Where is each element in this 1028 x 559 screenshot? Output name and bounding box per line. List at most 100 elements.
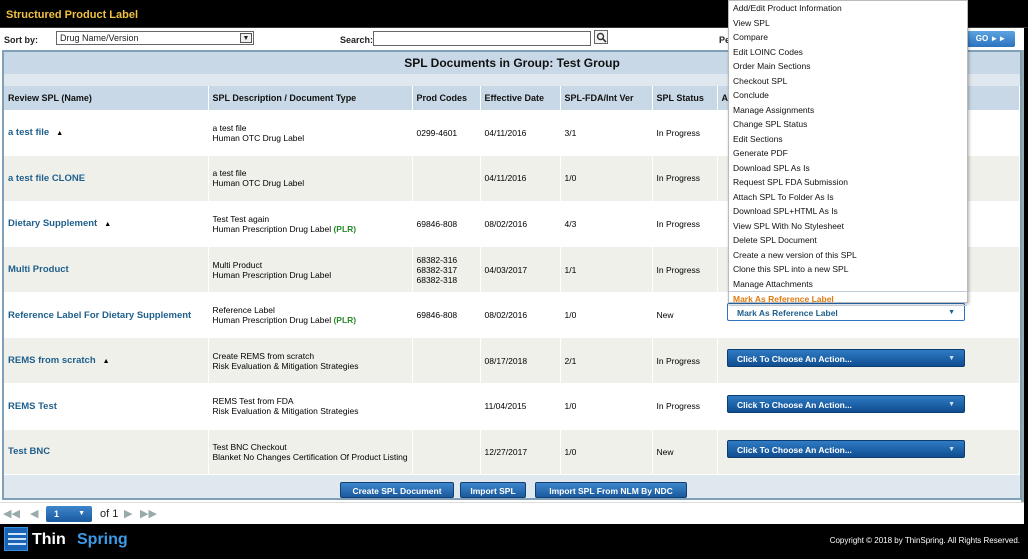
cell-status: New [652, 429, 718, 476]
menu-item[interactable]: Mark As Reference Label [729, 291, 967, 306]
cell-name: REMS from scratch ▲ [4, 337, 209, 385]
chevron-down-icon: ▼ [948, 446, 955, 454]
cell-status: In Progress [652, 201, 718, 248]
cell-prod-codes: 69846-808 [412, 292, 481, 339]
action-select[interactable]: Click To Choose An Action... ▼ [727, 440, 965, 459]
document-type: Blanket No Changes Certification Of Prod… [212, 451, 408, 462]
expand-arrow-icon[interactable]: ▲ [103, 358, 110, 365]
go-button[interactable]: GO ►► [967, 31, 1015, 47]
chevron-down-icon: ▼ [948, 400, 955, 408]
menu-item[interactable]: Generate PDF [729, 146, 967, 161]
menu-item[interactable]: Manage Attachments [729, 277, 967, 292]
menu-item[interactable]: Clone this SPL into a new SPL [729, 262, 967, 277]
spl-name-link[interactable]: Multi Product [8, 264, 69, 275]
cell-description: Reference Label Human Prescription Drug L… [208, 292, 413, 339]
menu-item[interactable]: View SPL [729, 16, 967, 31]
document-type: Risk Evaluation & Mitigation Strategies [212, 360, 359, 371]
menu-item[interactable]: Delete SPL Document [729, 233, 967, 248]
cell-effective-date: 04/11/2016 [480, 155, 561, 202]
description-text: REMS Test from FDA [212, 396, 294, 407]
col-header-name[interactable]: Review SPL (Name) [4, 86, 209, 110]
menu-item[interactable]: Attach SPL To Folder As Is [729, 190, 967, 205]
spl-name-link[interactable]: REMS from scratch [8, 355, 96, 366]
cell-effective-date: 11/04/2015 [480, 383, 561, 430]
page-select[interactable]: 1 ▼ [46, 506, 92, 522]
action-select[interactable]: Click To Choose An Action... ▼ [727, 349, 965, 367]
import-spl-button[interactable]: Import SPL [460, 482, 526, 498]
cell-prod-codes [412, 155, 481, 202]
chevron-down-icon: ▼ [948, 355, 955, 362]
plr-badge: (PLR) [333, 315, 357, 326]
spl-name-link[interactable]: a test file [8, 127, 49, 138]
spl-name-link[interactable]: a test file CLONE [8, 173, 85, 184]
footer-bar: Thin Spring Copyright © 2018 by ThinSpri… [0, 524, 1028, 559]
menu-item[interactable]: Conclude [729, 88, 967, 103]
chevron-down-icon: ▼ [240, 33, 252, 43]
menu-item[interactable]: Edit Sections [729, 132, 967, 147]
cell-effective-date: 04/03/2017 [480, 246, 561, 293]
cell-name: Multi Product [4, 246, 209, 293]
menu-item[interactable]: Order Main Sections [729, 59, 967, 74]
col-header-description[interactable]: SPL Description / Document Type [208, 86, 413, 110]
expand-arrow-icon[interactable]: ▲ [104, 221, 111, 228]
cell-name: Dietary Supplement ▲ [4, 201, 209, 248]
cell-description: Test BNC Checkout Blanket No Changes Cert… [208, 429, 413, 476]
menu-item[interactable]: Manage Assignments [729, 103, 967, 118]
document-type: Human OTC Drug Label [212, 178, 305, 189]
pager: ◀◀ ◀ 1 ▼ of 1 ▶ ▶▶ [0, 502, 1024, 524]
menu-item[interactable]: Request SPL FDA Submission [729, 175, 967, 190]
footer-buttons: Create SPL Document Import SPL Import SP… [0, 478, 1024, 502]
cell-status: In Progress [652, 337, 718, 385]
next-page-icon[interactable]: ▶ [124, 507, 132, 520]
col-header-version[interactable]: SPL-FDA/Int Ver [560, 86, 653, 110]
cell-name: a test file ▲ [4, 110, 209, 157]
first-page-icon[interactable]: ◀◀ [3, 507, 20, 520]
menu-item[interactable]: Change SPL Status [729, 117, 967, 132]
menu-item[interactable]: Add/Edit Product Information [729, 1, 967, 16]
cell-name: a test file CLONE [4, 155, 209, 202]
cell-description: Create REMS from scratch Risk Evaluation … [208, 337, 413, 385]
cell-status: New [652, 292, 718, 339]
sort-select-value: Drug Name/Version [60, 33, 139, 43]
cell-effective-date: 12/27/2017 [480, 429, 561, 476]
menu-item[interactable]: Create a new version of this SPL [729, 248, 967, 263]
menu-item[interactable]: Edit LOINC Codes [729, 45, 967, 60]
description-text: a test file [212, 122, 247, 133]
cell-prod-codes [412, 429, 481, 476]
spl-name-link[interactable]: Reference Label For Dietary Supplement [8, 310, 191, 321]
menu-item[interactable]: Download SPL As Is [729, 161, 967, 176]
import-from-nlm-button[interactable]: Import SPL From NLM By NDC [535, 482, 687, 498]
action-select[interactable]: Click To Choose An Action... ▼ [727, 394, 965, 413]
col-header-status[interactable]: SPL Status [652, 86, 718, 110]
search-icon [596, 32, 607, 43]
expand-arrow-icon[interactable]: ▲ [56, 130, 63, 137]
search-input[interactable] [373, 31, 591, 46]
col-header-effective-date[interactable]: Effective Date [480, 86, 561, 110]
document-type: Risk Evaluation & Mitigation Strategies [212, 406, 359, 417]
search-button[interactable] [594, 30, 608, 44]
cell-prod-codes: 0299-4601 [412, 110, 481, 157]
action-select-value: Click To Choose An Action... [737, 399, 852, 410]
cell-status: In Progress [652, 246, 718, 293]
cell-name: Test BNC [4, 429, 209, 476]
spl-name-link[interactable]: Dietary Supplement [8, 218, 97, 229]
last-page-icon[interactable]: ▶▶ [140, 507, 157, 520]
logo-mark-icon [4, 527, 28, 551]
cell-name: Reference Label For Dietary Supplement [4, 292, 209, 339]
cell-status: In Progress [652, 110, 718, 157]
menu-item[interactable]: Compare [729, 30, 967, 45]
menu-item[interactable]: Download SPL+HTML As Is [729, 204, 967, 219]
spl-name-link[interactable]: Test BNC [8, 446, 50, 457]
sort-select[interactable]: Drug Name/Version ▼ [56, 31, 254, 45]
menu-item[interactable]: View SPL With No Stylesheet [729, 219, 967, 234]
menu-item[interactable]: Checkout SPL [729, 74, 967, 89]
document-type: Human Prescription Drug Label [212, 269, 332, 280]
prev-page-icon[interactable]: ◀ [30, 507, 38, 520]
cell-prod-codes: 69846-808 [412, 201, 481, 248]
cell-status: In Progress [652, 383, 718, 430]
spl-name-link[interactable]: REMS Test [8, 401, 57, 412]
create-spl-button[interactable]: Create SPL Document [340, 482, 454, 498]
cell-version: 2/1 [560, 337, 653, 385]
col-header-prod-codes[interactable]: Prod Codes [412, 86, 481, 110]
description-text: a test file [212, 168, 247, 179]
